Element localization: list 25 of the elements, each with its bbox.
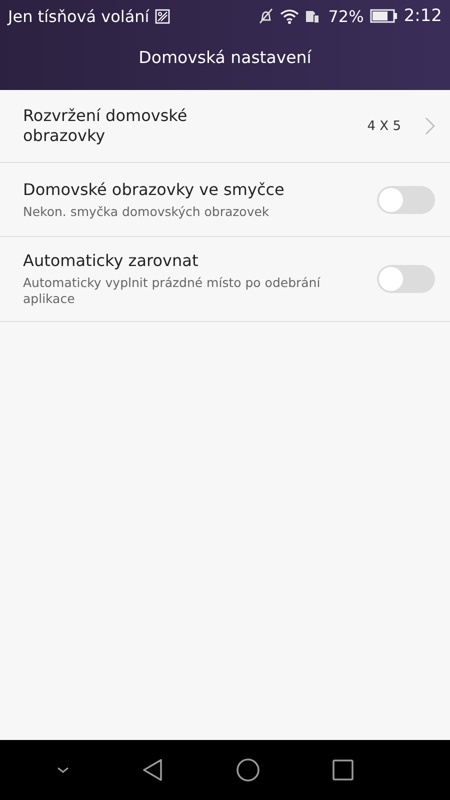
setting-row[interactable]: Domovské obrazovky ve smyčce Nekon. smyčka domovských obrazovek	[0, 163, 450, 237]
setting-row[interactable]: Rozvržení domovské obrazovky 4 X 5	[0, 90, 450, 163]
back-icon[interactable]	[142, 758, 164, 782]
setting-value: 4 X 5	[367, 118, 401, 134]
battery-icon	[370, 9, 398, 23]
image-icon	[155, 8, 170, 24]
toggle-switch[interactable]	[377, 186, 435, 214]
setting-description: Automaticky vyplnit prázdné místo po odebrání aplikace	[23, 275, 322, 307]
screen-title: Domovská nastavení	[138, 46, 313, 68]
setting-row[interactable]: Automaticky zarovnat Automaticky vyplnit prázdné místo po odebrání aplikace	[0, 237, 450, 322]
home-icon[interactable]	[236, 758, 260, 782]
sim-card-icon	[305, 8, 320, 24]
wifi-icon	[280, 8, 300, 24]
muted-bell-icon	[258, 8, 274, 24]
setting-title: Automaticky zarovnat	[23, 251, 200, 271]
setting-title: Domovské obrazovky ve smyčce	[23, 180, 286, 200]
carrier-text: Jen tísňová volání	[8, 6, 150, 26]
recent-apps-icon[interactable]	[332, 759, 354, 781]
clock-time: 2:12	[404, 6, 442, 26]
chevron-down-icon[interactable]	[56, 765, 70, 775]
setting-title: Rozvržení domovské obrazovky	[23, 106, 188, 146]
chevron-right-icon	[425, 117, 435, 135]
battery-percent: 72%	[328, 6, 364, 26]
toggle-switch[interactable]	[377, 265, 435, 293]
setting-description: Nekon. smyčka domovských obrazovek	[23, 204, 270, 220]
